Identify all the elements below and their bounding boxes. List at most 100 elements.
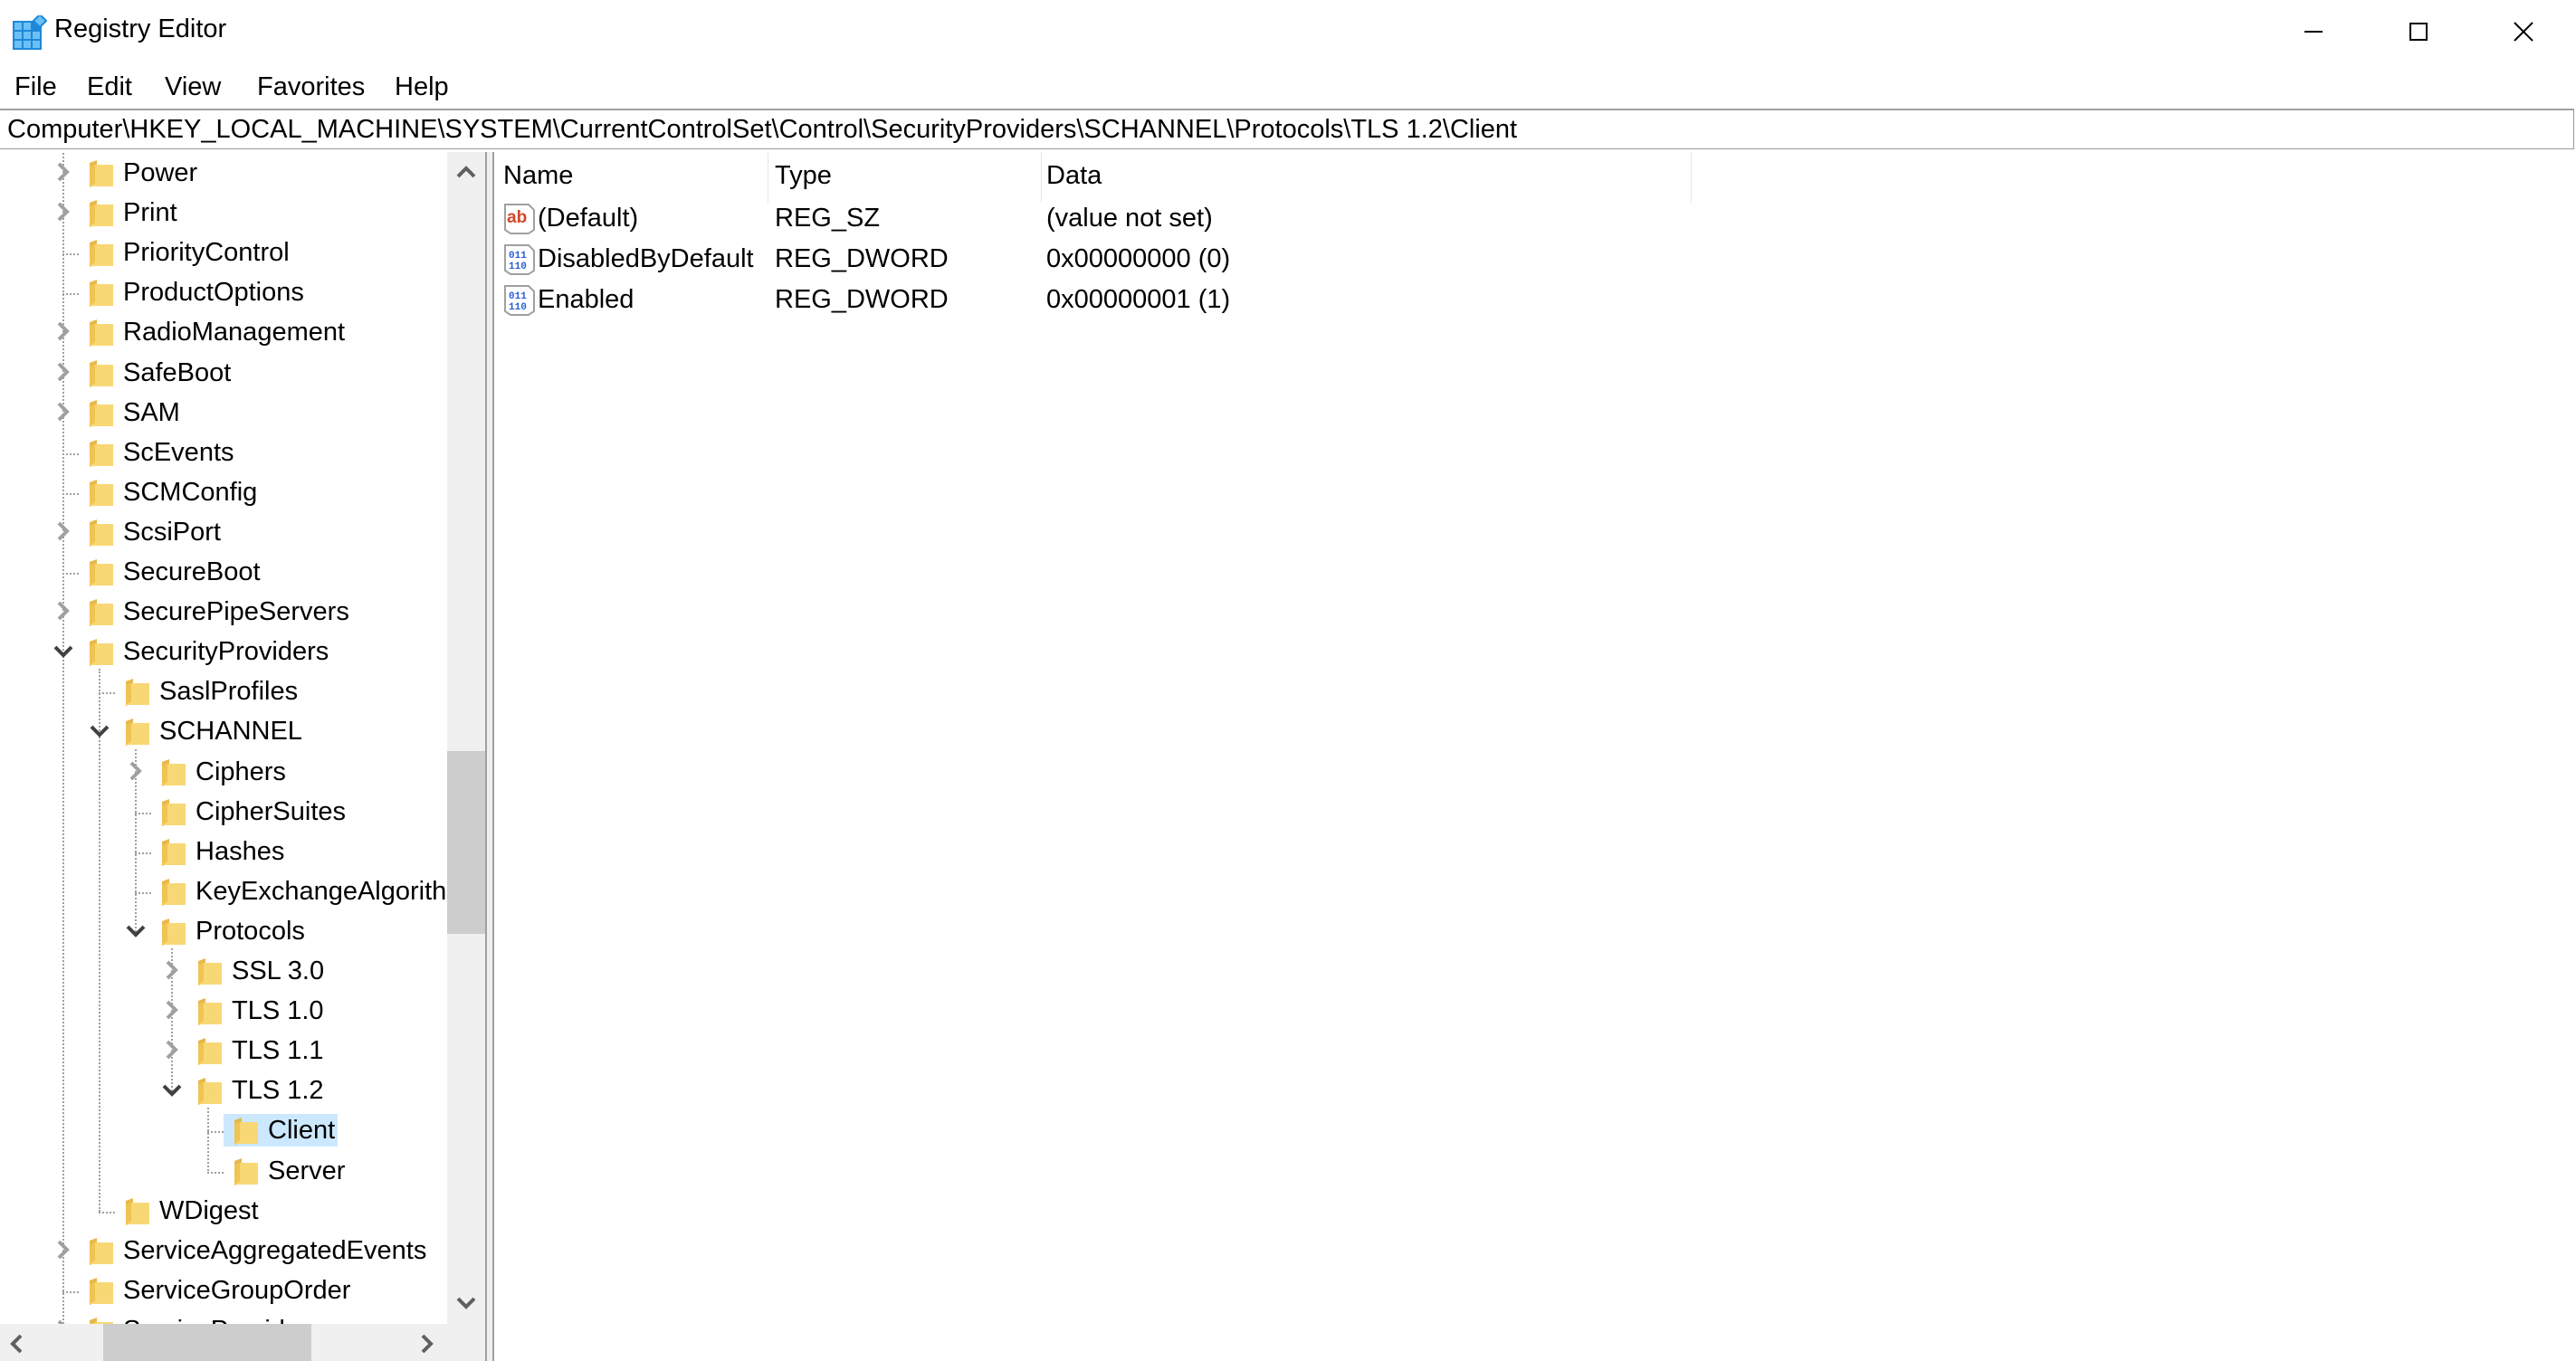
column-header-name[interactable]: Name	[503, 161, 573, 191]
chevron-right-icon[interactable]	[50, 199, 77, 226]
address-bar[interactable]: Computer\HKEY_LOCAL_MACHINE\SYSTEM\Curre…	[0, 109, 2574, 149]
scroll-down-icon[interactable]	[455, 1294, 477, 1312]
column-separator[interactable]	[1691, 152, 1692, 203]
value-list[interactable]: Name Type Data ab (Default) REG_SZ (value n…	[494, 152, 2576, 1361]
menu-favorites[interactable]: Favorites	[253, 71, 368, 104]
tree-item[interactable]: ScEvents	[0, 433, 447, 473]
chevron-right-icon[interactable]	[50, 1317, 77, 1324]
tree-item-label[interactable]: RadioManagement	[120, 316, 348, 348]
chevron-down-icon[interactable]	[158, 1077, 186, 1104]
tree-item-label[interactable]: ScsiPort	[120, 516, 224, 548]
chevron-right-icon[interactable]	[158, 997, 186, 1024]
tree-item-label[interactable]: SecurityProviders	[120, 635, 331, 668]
tree-item[interactable]: ProductOptions	[0, 273, 447, 313]
chevron-right-icon[interactable]	[122, 758, 149, 785]
tree-item-label[interactable]: Ciphers	[193, 756, 289, 788]
maximize-button[interactable]	[2366, 0, 2471, 63]
tree-item[interactable]: Ciphers	[0, 753, 447, 793]
tree-item[interactable]: RadioManagement	[0, 313, 447, 353]
value-row[interactable]: 011 110 Enabled REG_DWORD 0x00000001 (1)	[494, 281, 1761, 321]
tree-item[interactable]: SecureBoot	[0, 553, 447, 593]
close-button[interactable]	[2471, 0, 2576, 63]
chevron-right-icon[interactable]	[50, 359, 77, 386]
tree-item[interactable]: TLS 1.1	[0, 1032, 447, 1071]
chevron-right-icon[interactable]	[158, 957, 186, 985]
tree-item-label[interactable]: SAM	[120, 396, 183, 429]
tree-item-label[interactable]: ScEvents	[120, 436, 237, 469]
scroll-left-icon[interactable]	[7, 1333, 25, 1355]
menu-file[interactable]: File	[11, 71, 61, 104]
tree-item-label[interactable]: SecureBoot	[120, 556, 263, 588]
tree-item-label[interactable]: Server	[265, 1155, 348, 1187]
scroll-right-icon[interactable]	[418, 1333, 436, 1355]
tree-item[interactable]: Power	[0, 154, 447, 194]
tree-item[interactable]: WDigest	[0, 1192, 447, 1232]
pane-splitter[interactable]	[485, 152, 494, 1361]
tree-item[interactable]: TLS 1.0	[0, 992, 447, 1032]
tree-item[interactable]: Client	[0, 1111, 447, 1151]
chevron-down-icon[interactable]	[50, 638, 77, 665]
value-row[interactable]: ab (Default) REG_SZ (value not set)	[494, 199, 1761, 240]
tree-item[interactable]: ServiceAggregatedEvents	[0, 1232, 447, 1271]
tree-item[interactable]: PriorityControl	[0, 233, 447, 273]
tree-item[interactable]: Hashes	[0, 833, 447, 872]
tree-item-label[interactable]: KeyExchangeAlgorith	[193, 875, 447, 908]
tree-item-label[interactable]: WDigest	[157, 1194, 262, 1227]
tree-item[interactable]: SAM	[0, 394, 447, 433]
tree-item[interactable]: ScsiPort	[0, 513, 447, 553]
scroll-up-icon[interactable]	[455, 163, 477, 181]
tree-item-label[interactable]: SCHANNEL	[157, 715, 305, 747]
tree-item[interactable]: SafeBoot	[0, 354, 447, 394]
tree-item-label[interactable]: Protocols	[193, 915, 308, 947]
chevron-right-icon[interactable]	[50, 598, 77, 625]
menu-edit[interactable]: Edit	[83, 71, 136, 104]
chevron-right-icon[interactable]	[50, 319, 77, 346]
tree-item-label[interactable]: ServiceAggregatedEvents	[120, 1234, 429, 1267]
tree-item-label[interactable]: SafeBoot	[120, 357, 234, 389]
menu-view[interactable]: View	[161, 71, 224, 104]
chevron-down-icon[interactable]	[122, 918, 149, 945]
tree-item-label[interactable]: ProductOptions	[120, 276, 307, 309]
tree-item-label[interactable]: SCMConfig	[120, 476, 260, 509]
tree-item-label[interactable]: SSL 3.0	[229, 955, 327, 987]
tree-vertical-scroll-thumb[interactable]	[447, 751, 485, 934]
tree-item[interactable]: SCMConfig	[0, 473, 447, 513]
tree-item-label[interactable]: TLS 1.2	[229, 1074, 327, 1107]
tree-horizontal-scrollbar[interactable]	[0, 1324, 447, 1361]
value-row[interactable]: 011 110 DisabledByDefault REG_DWORD 0x000000…	[494, 240, 1761, 281]
column-header-data[interactable]: Data	[1046, 161, 1102, 191]
tree-item[interactable]: CipherSuites	[0, 793, 447, 833]
menu-help[interactable]: Help	[391, 71, 453, 104]
tree-item[interactable]: ServiceProvider	[0, 1311, 447, 1324]
tree-item[interactable]: KeyExchangeAlgorith	[0, 872, 447, 912]
tree-item-label[interactable]: Power	[120, 157, 200, 189]
tree-vertical-scrollbar[interactable]	[447, 152, 485, 1324]
tree-item[interactable]: Protocols	[0, 912, 447, 952]
tree-item[interactable]: SecurePipeServers	[0, 593, 447, 633]
tree-item-label[interactable]: ServiceGroupOrder	[120, 1274, 353, 1307]
chevron-down-icon[interactable]	[86, 718, 113, 745]
chevron-right-icon[interactable]	[50, 399, 77, 426]
chevron-right-icon[interactable]	[158, 1037, 186, 1064]
tree-item-label[interactable]: TLS 1.1	[229, 1034, 327, 1067]
tree-item[interactable]: ServiceGroupOrder	[0, 1271, 447, 1311]
chevron-right-icon[interactable]	[50, 519, 77, 546]
tree-item-label[interactable]: SecurePipeServers	[120, 595, 352, 628]
minimize-button[interactable]	[2261, 0, 2366, 63]
tree-item[interactable]: SecurityProviders	[0, 633, 447, 672]
chevron-right-icon[interactable]	[50, 1237, 77, 1264]
tree-item[interactable]: Print	[0, 194, 447, 233]
column-separator[interactable]	[1041, 152, 1042, 203]
tree-item[interactable]: SaslProfiles	[0, 672, 447, 712]
tree-item-label[interactable]: Print	[120, 196, 180, 229]
tree-item[interactable]: SCHANNEL	[0, 712, 447, 752]
tree-item-label[interactable]: CipherSuites	[193, 795, 348, 828]
column-header-type[interactable]: Type	[775, 161, 832, 191]
key-tree[interactable]: Power Print PriorityControl ProductOptions R…	[0, 152, 447, 1324]
tree-horizontal-scroll-thumb[interactable]	[103, 1324, 311, 1361]
tree-item-label[interactable]: ServiceProvider	[120, 1314, 311, 1324]
tree-item-label[interactable]: SaslProfiles	[157, 675, 301, 708]
tree-item[interactable]: SSL 3.0	[0, 952, 447, 992]
tree-item[interactable]: Server	[0, 1152, 447, 1192]
chevron-right-icon[interactable]	[50, 159, 77, 186]
